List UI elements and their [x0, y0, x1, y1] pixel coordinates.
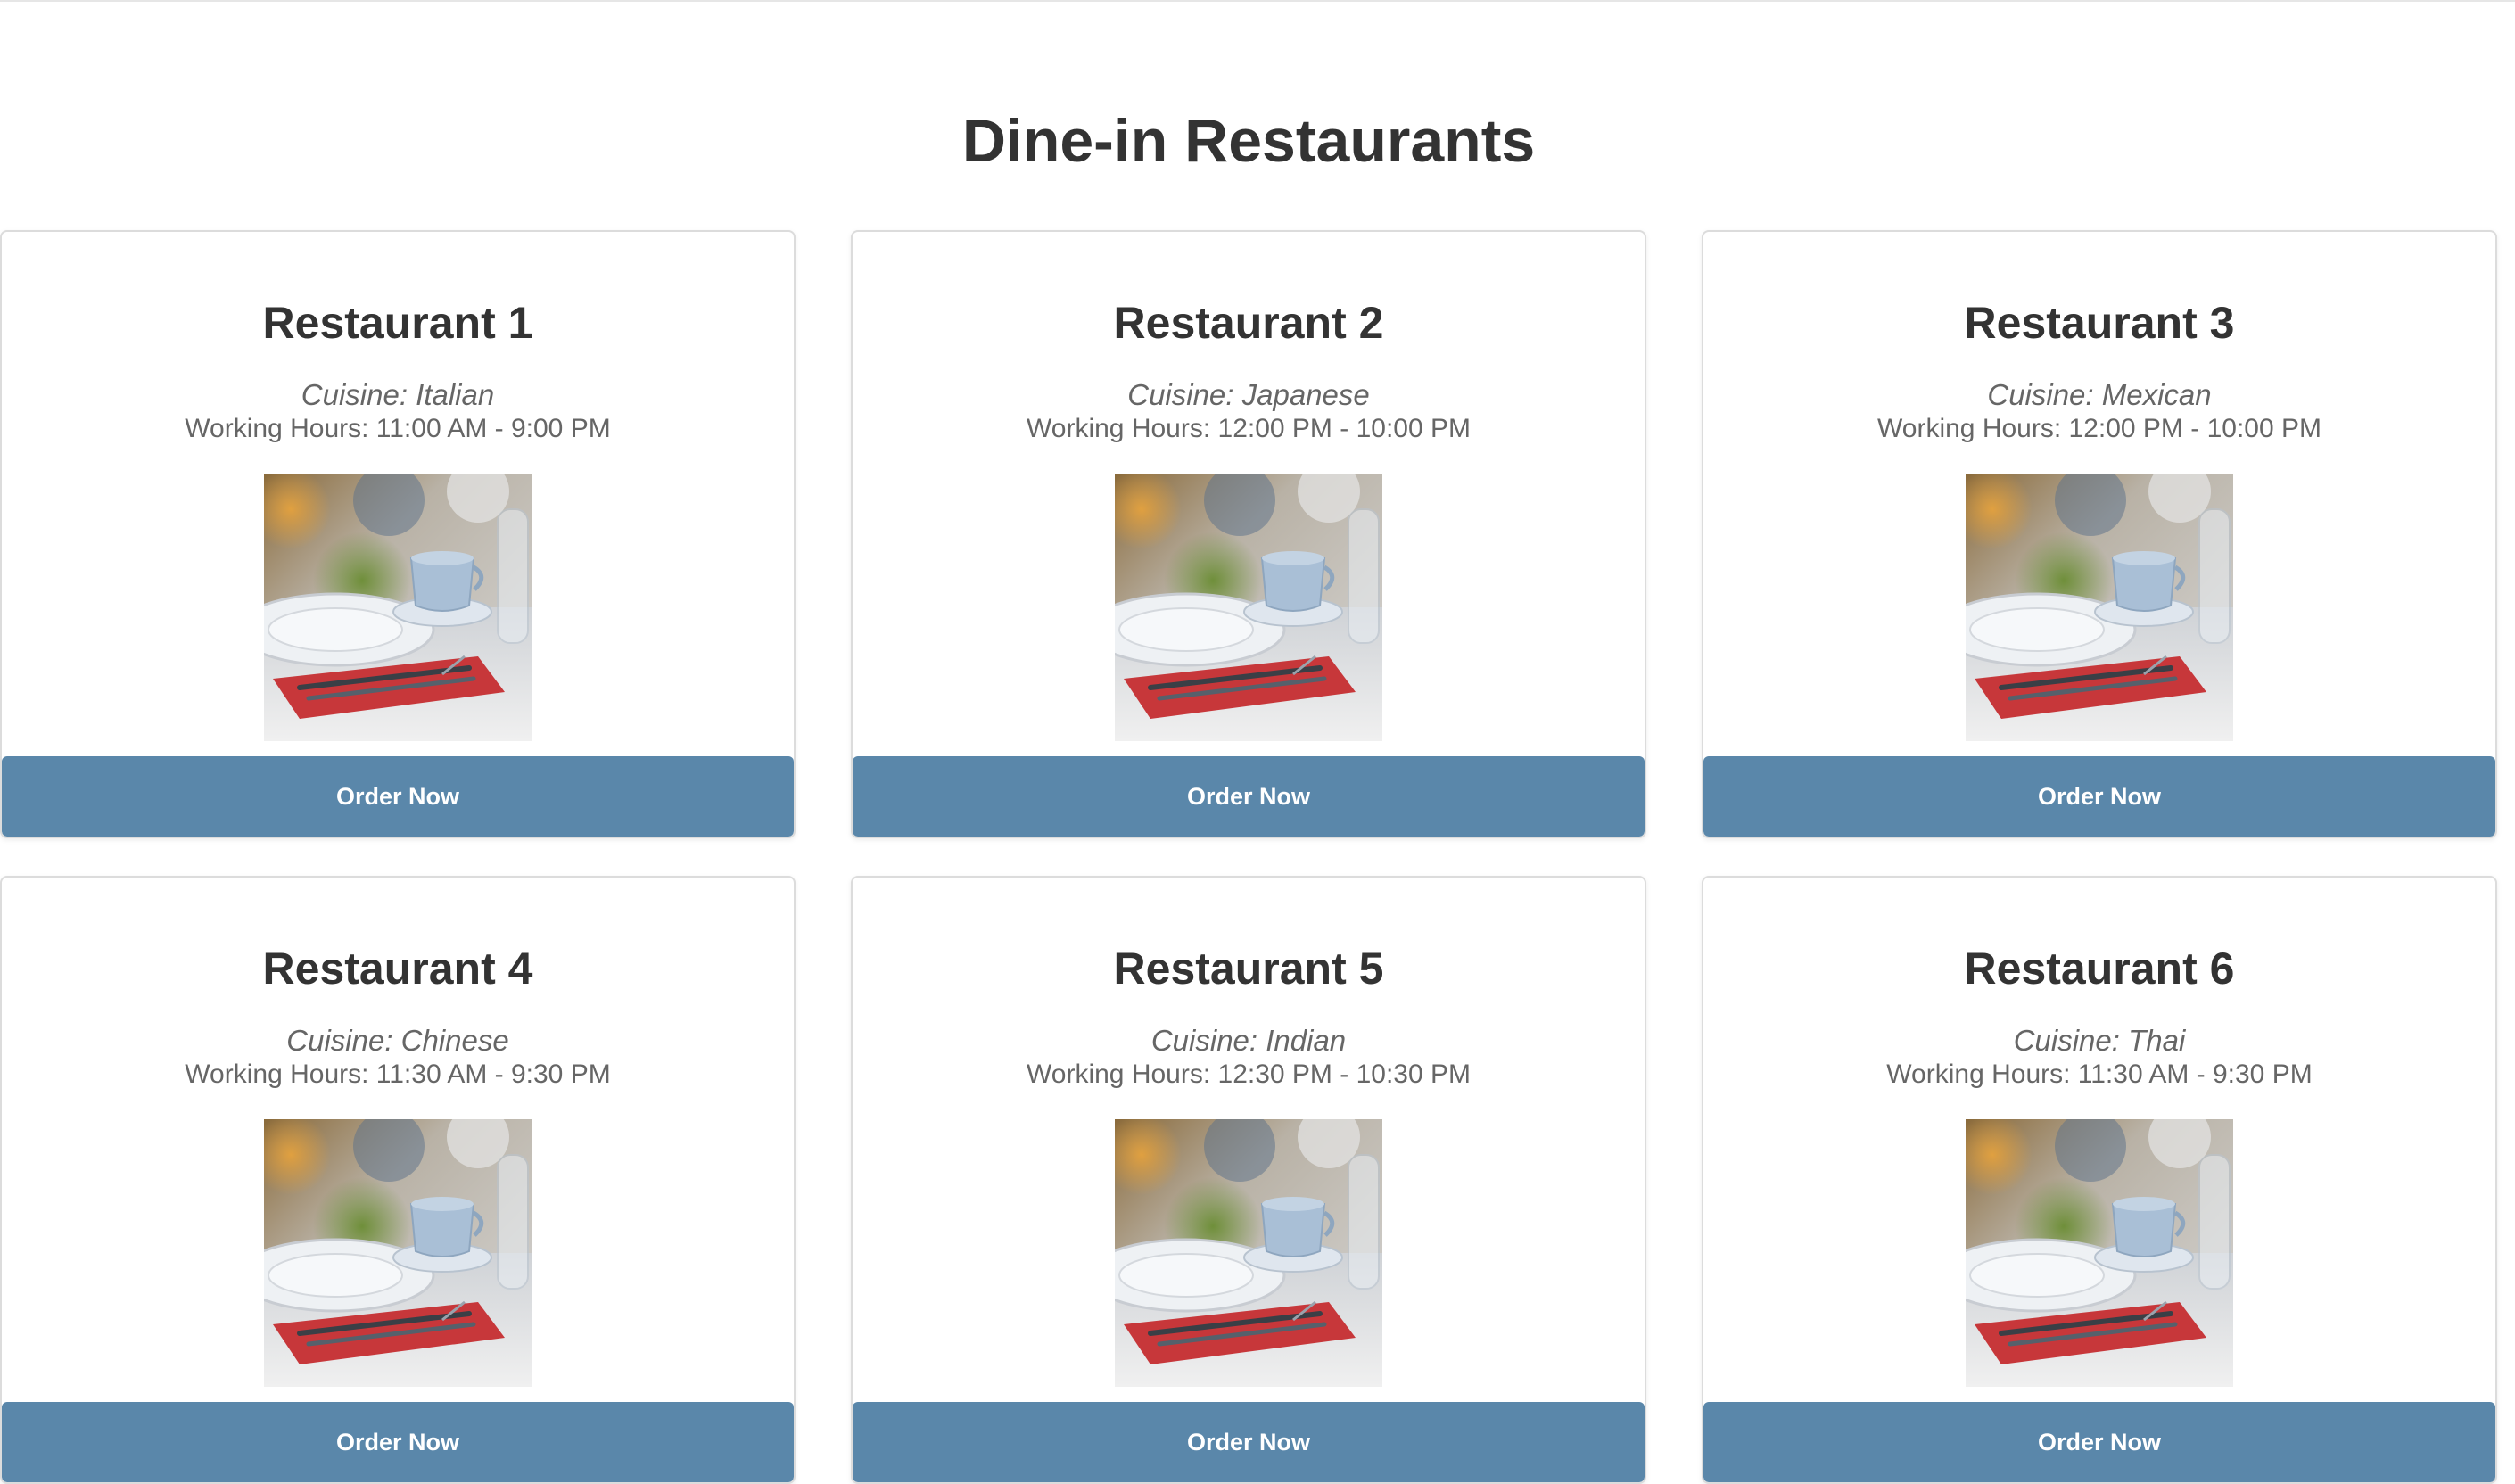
- restaurant-hours: Working Hours: 12:00 PM - 10:00 PM: [1027, 414, 1471, 443]
- restaurant-hours: Working Hours: 12:00 PM - 10:00 PM: [1877, 414, 2321, 443]
- restaurant-hours: Working Hours: 12:30 PM - 10:30 PM: [1027, 1059, 1471, 1089]
- restaurant-card: Restaurant 5 Cuisine: Indian Working Hou…: [851, 876, 1646, 1484]
- top-border: [0, 0, 2515, 2]
- order-now-button[interactable]: Order Now: [1703, 1402, 2495, 1482]
- restaurant-card: Restaurant 4 Cuisine: Chinese Working Ho…: [0, 876, 796, 1484]
- order-now-button[interactable]: Order Now: [2, 1402, 794, 1482]
- restaurant-photo: [264, 1119, 532, 1387]
- restaurant-hours: Working Hours: 11:30 AM - 9:30 PM: [1886, 1059, 2313, 1089]
- order-now-button[interactable]: Order Now: [853, 1402, 1645, 1482]
- restaurant-hours: Working Hours: 11:30 AM - 9:30 PM: [185, 1059, 611, 1089]
- restaurant-photo: [264, 474, 532, 741]
- restaurant-name: Restaurant 5: [1113, 944, 1384, 993]
- order-now-button[interactable]: Order Now: [853, 756, 1645, 837]
- page-title: Dine-in Restaurants: [961, 107, 1536, 175]
- restaurant-name: Restaurant 3: [1964, 298, 2235, 348]
- restaurant-cuisine: Cuisine: Italian: [301, 378, 495, 411]
- restaurant-cuisine: Cuisine: Mexican: [1987, 378, 2212, 411]
- restaurant-card: Restaurant 3 Cuisine: Mexican Working Ho…: [1702, 230, 2497, 838]
- restaurant-card: Restaurant 2 Cuisine: Japanese Working H…: [851, 230, 1646, 838]
- order-now-button[interactable]: Order Now: [2, 756, 794, 837]
- restaurant-photo: [1966, 474, 2233, 741]
- restaurant-cuisine: Cuisine: Chinese: [286, 1024, 509, 1057]
- restaurant-cuisine: Cuisine: Thai: [2013, 1024, 2186, 1057]
- restaurant-hours: Working Hours: 11:00 AM - 9:00 PM: [185, 414, 611, 443]
- restaurant-card: Restaurant 6 Cuisine: Thai Working Hours…: [1702, 876, 2497, 1484]
- restaurant-photo: [1115, 474, 1382, 741]
- restaurant-grid: Restaurant 1 Cuisine: Italian Working Ho…: [0, 230, 2499, 1484]
- restaurant-photo: [1966, 1119, 2233, 1387]
- restaurant-cuisine: Cuisine: Japanese: [1127, 378, 1370, 411]
- restaurant-name: Restaurant 4: [262, 944, 533, 993]
- restaurant-cuisine: Cuisine: Indian: [1150, 1024, 1347, 1057]
- restaurant-name: Restaurant 2: [1113, 298, 1384, 348]
- restaurant-name: Restaurant 6: [1964, 944, 2235, 993]
- restaurant-card: Restaurant 1 Cuisine: Italian Working Ho…: [0, 230, 796, 838]
- restaurant-photo: [1115, 1119, 1382, 1387]
- restaurant-name: Restaurant 1: [262, 298, 533, 348]
- order-now-button[interactable]: Order Now: [1703, 756, 2495, 837]
